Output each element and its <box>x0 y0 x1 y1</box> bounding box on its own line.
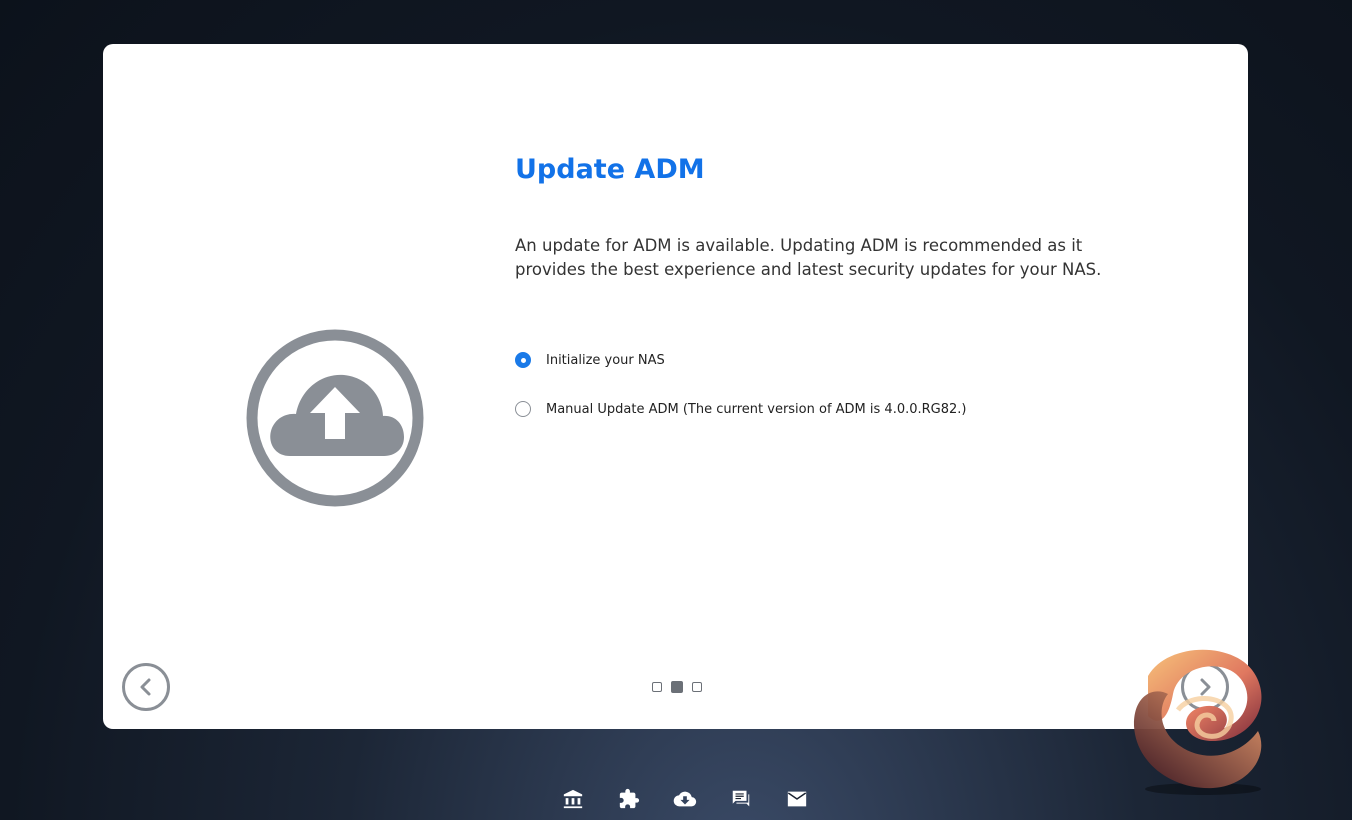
puzzle-icon[interactable] <box>617 787 641 811</box>
setup-wizard-card: Update ADM An update for ADM is availabl… <box>103 44 1248 729</box>
page-dot-3[interactable] <box>692 682 702 692</box>
description-line: An update for ADM is available. Updating… <box>515 236 1083 255</box>
radio-manual-update[interactable] <box>515 401 531 417</box>
watermark-logo <box>1133 649 1262 795</box>
cloud-download-icon[interactable] <box>673 787 697 811</box>
option-label: Manual Update ADM (The current version o… <box>546 401 967 417</box>
dialog-content: Update ADM An update for ADM is availabl… <box>515 152 1115 446</box>
back-button[interactable] <box>122 663 170 711</box>
option-manual-update[interactable]: Manual Update ADM (The current version o… <box>515 397 1115 421</box>
forum-icon[interactable] <box>729 787 753 811</box>
page-dot-2[interactable] <box>671 681 683 693</box>
option-initialize-nas[interactable]: Initialize your NAS <box>515 348 1115 372</box>
pagination-dots <box>652 681 702 693</box>
bank-icon[interactable] <box>561 787 585 811</box>
chevron-left-icon <box>140 678 151 696</box>
taskbar <box>561 787 809 811</box>
page-title: Update ADM <box>515 154 705 185</box>
update-description: An update for ADM is available. Updating… <box>515 234 1115 282</box>
radio-initialize-nas[interactable] <box>515 352 531 368</box>
page-dot-1[interactable] <box>652 682 662 692</box>
cloud-upload-icon <box>246 329 424 507</box>
option-group: Initialize your NAS Manual Update ADM (T… <box>515 348 1115 421</box>
description-line: provides the best experience and latest … <box>515 260 1102 279</box>
option-label: Initialize your NAS <box>546 352 665 368</box>
mail-icon[interactable] <box>785 787 809 811</box>
